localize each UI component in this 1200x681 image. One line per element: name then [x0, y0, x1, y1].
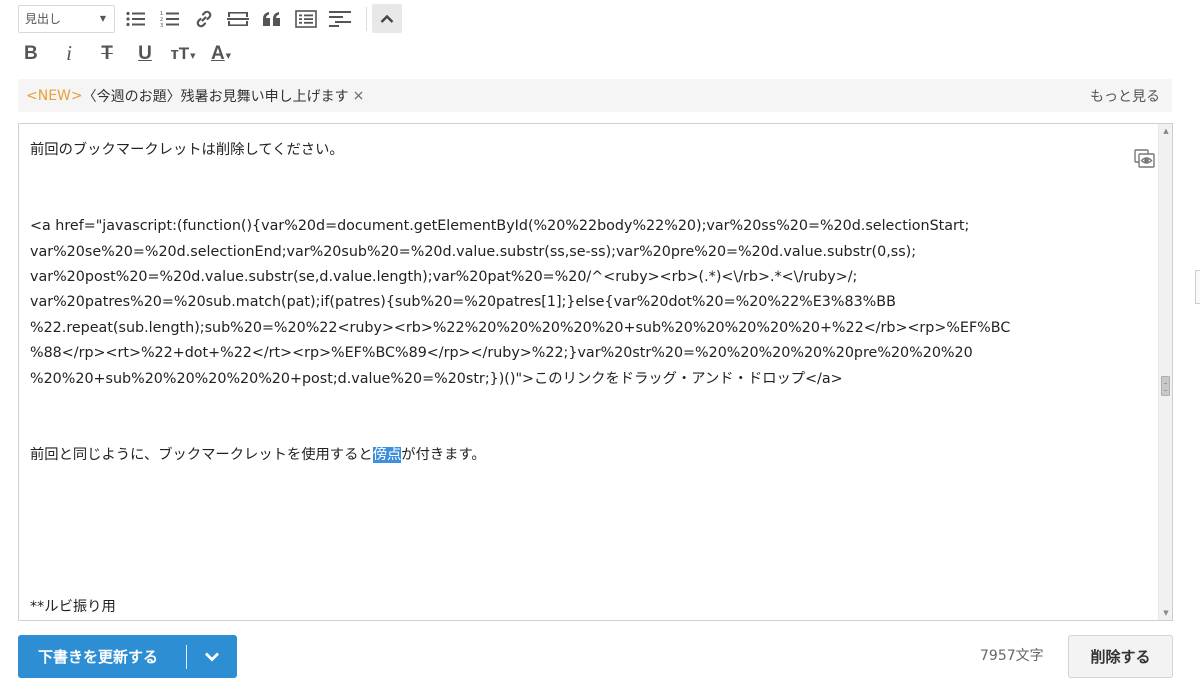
- more-insert-icon: [329, 10, 351, 27]
- strikethrough-icon: T: [101, 42, 113, 64]
- underline-button[interactable]: U: [126, 39, 164, 68]
- update-draft-label: 下書きを更新する: [38, 648, 159, 666]
- editor-scrollbar[interactable]: ▲ ▼: [1158, 124, 1172, 620]
- new-tag: <NEW>: [26, 87, 83, 104]
- heading-select[interactable]: 見出し ▼: [18, 4, 115, 33]
- preview-eye-icon: [1134, 149, 1155, 168]
- bold-button[interactable]: B: [18, 39, 50, 68]
- text-size-button[interactable]: тT ▼: [164, 39, 202, 68]
- strikethrough-button[interactable]: T: [88, 39, 126, 68]
- unordered-list-icon: [126, 11, 145, 26]
- code-line: %20%20+sub%20%20%20%20%20+post;d.value%2…: [30, 370, 843, 387]
- code-line: %22.repeat(sub.length);sub%20=%20%22<rub…: [30, 319, 1011, 336]
- body-editor[interactable]: 前回のブックマークレットは削除してください。 <a href="javascri…: [18, 123, 1173, 621]
- text-segment: が付きます。: [401, 446, 486, 463]
- text-color-button[interactable]: A ▼: [202, 39, 240, 68]
- text-color-icon: A: [210, 42, 225, 64]
- scroll-down-icon[interactable]: ▼: [1159, 606, 1172, 620]
- preview-button[interactable]: [1134, 149, 1156, 173]
- ordered-list-icon: 123: [160, 11, 179, 27]
- editor-toolbar-format: B i T U тT ▼ A ▼: [18, 38, 240, 68]
- delete-button[interactable]: 削除する: [1068, 635, 1173, 678]
- see-more-link[interactable]: もっと見る: [1090, 86, 1160, 106]
- scroll-up-icon[interactable]: ▲: [1159, 124, 1172, 138]
- bold-icon: B: [24, 42, 38, 64]
- italic-button[interactable]: i: [50, 39, 88, 68]
- text-size-icon: тT: [170, 43, 190, 63]
- code-line: <a href="javascript:(function(){var%20d=…: [30, 218, 970, 235]
- weekly-topic-bar: <NEW> 〈今週のお題〉残暑お見舞い申し上げます × もっと見る: [18, 79, 1172, 112]
- side-panel-handle[interactable]: [1195, 270, 1200, 304]
- toolbar-divider: [366, 6, 367, 31]
- code-line: var%20post%20=%20d.value.substr(se,d.val…: [30, 268, 858, 285]
- quote-button[interactable]: [255, 4, 289, 33]
- table-of-contents-icon: [295, 9, 317, 28]
- code-line: var%20patres%20=%20sub.match(pat);if(pat…: [30, 294, 896, 311]
- chevron-up-icon: [380, 14, 394, 23]
- quote-icon: [263, 11, 280, 26]
- horizontal-rule-icon: [227, 11, 249, 26]
- chevron-down-icon: [205, 652, 219, 662]
- code-line: var%20se%20=%20d.selectionEnd;var%20sub%…: [30, 243, 917, 260]
- scrollbar-thumb[interactable]: [1161, 376, 1170, 396]
- editor-content[interactable]: 前回のブックマークレットは削除してください。 <a href="javascri…: [30, 138, 1155, 620]
- italic-icon: i: [66, 40, 72, 65]
- save-options-toggle[interactable]: [187, 651, 237, 662]
- text-line: **ルビ振り用: [30, 599, 116, 616]
- chevron-down-icon: ▼: [99, 14, 106, 23]
- caret-down-icon: ▼: [190, 52, 196, 60]
- horizontal-rule-button[interactable]: [221, 4, 255, 33]
- code-line: %88</rp><rt>%22+dot+%22</rt><rp>%EF%BC%8…: [30, 345, 973, 362]
- heading-select-value: 見出し: [25, 12, 62, 26]
- svg-text:3: 3: [160, 23, 163, 27]
- topic-link[interactable]: 〈今週のお題〉残暑お見舞い申し上げます: [83, 86, 349, 106]
- unordered-list-button[interactable]: [119, 4, 153, 33]
- selected-text: 傍点: [372, 446, 402, 463]
- underline-icon: U: [138, 42, 152, 64]
- text-segment: 前回と同じように、ブックマークレットを使用すると: [30, 446, 373, 463]
- ordered-list-button[interactable]: 123: [153, 4, 187, 33]
- editor-toolbar-top: 見出し ▼ 123: [18, 4, 402, 33]
- close-topic-button[interactable]: ×: [353, 88, 365, 104]
- table-of-contents-button[interactable]: [289, 4, 323, 33]
- collapse-toolbar-button[interactable]: [372, 4, 402, 33]
- character-count: 7957文字: [980, 648, 1044, 664]
- link-icon: [196, 10, 212, 27]
- more-insert-button[interactable]: [323, 4, 357, 33]
- text-line: 前回と同じように、ブックマークレットを使用すると傍点が付きます。: [30, 443, 1155, 468]
- update-draft-button[interactable]: 下書きを更新する: [18, 635, 237, 678]
- link-button[interactable]: [187, 4, 221, 33]
- caret-down-icon: ▼: [225, 52, 232, 60]
- text-line: 前回のブックマークレットは削除してください。: [30, 142, 344, 158]
